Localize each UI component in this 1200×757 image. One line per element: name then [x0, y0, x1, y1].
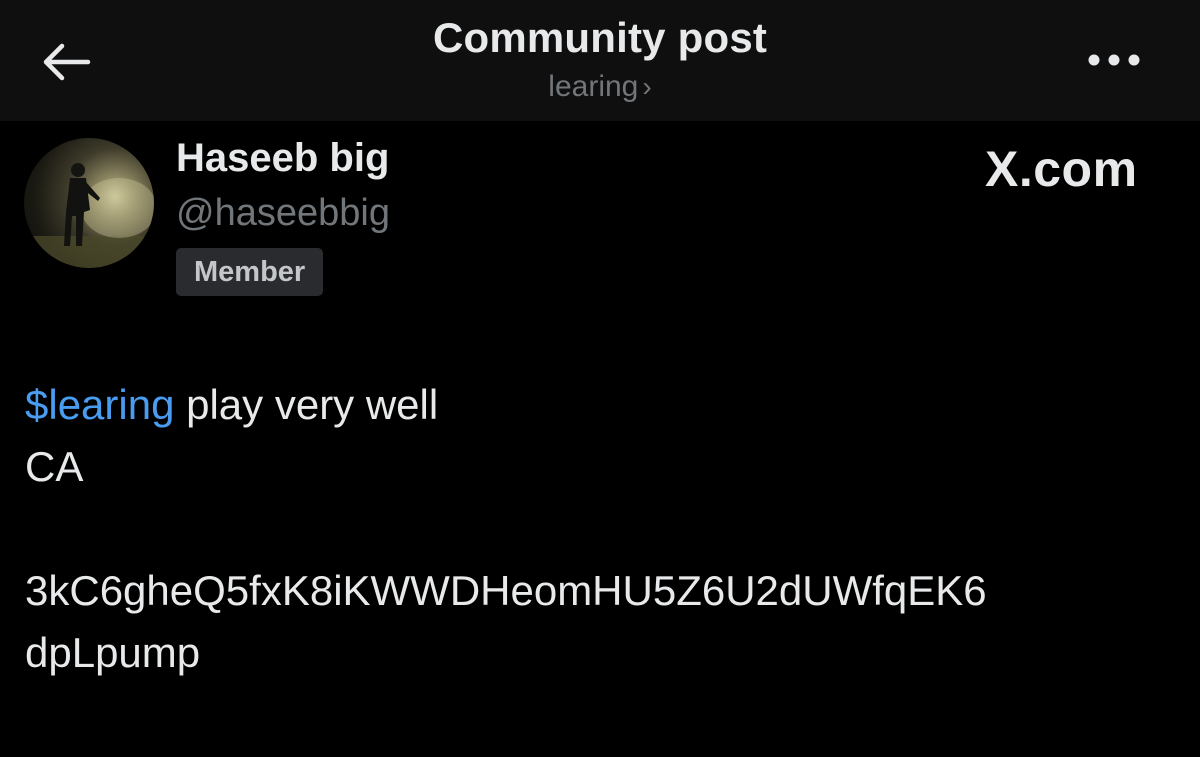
page-title: Community post: [432, 14, 768, 61]
post-line-1: $learing play very well: [25, 374, 1175, 436]
x-com-watermark: X.com: [985, 141, 1138, 197]
post-line-2: CA: [25, 443, 84, 490]
ellipsis-icon: [1088, 54, 1140, 66]
avatar-photo: [24, 163, 154, 268]
chevron-right-icon: ›: [642, 71, 652, 102]
post-line-1-text: play very well: [174, 381, 439, 428]
community-name: learing: [548, 70, 639, 103]
top-bar: Community post learing ›: [0, 0, 1200, 121]
more-options-button[interactable]: [1082, 42, 1146, 78]
author-name[interactable]: Haseeb big: [176, 136, 389, 181]
member-badge: Member: [176, 248, 324, 296]
community-link[interactable]: learing ›: [0, 70, 1200, 104]
post-text: $learing play very well CA 3kC6gheQ5fxK8…: [25, 374, 1175, 684]
cashtag-link[interactable]: $learing: [25, 381, 174, 428]
contract-address-line-2: dpLpump: [25, 629, 201, 676]
post-blank-line: [25, 498, 1175, 560]
author-handle[interactable]: @haseebbig: [176, 192, 390, 235]
avatar[interactable]: [24, 138, 154, 268]
contract-address-line-1: 3kC6gheQ5fxK8iKWWDHeomHU5Z6U2dUWfqEK6: [25, 567, 987, 614]
